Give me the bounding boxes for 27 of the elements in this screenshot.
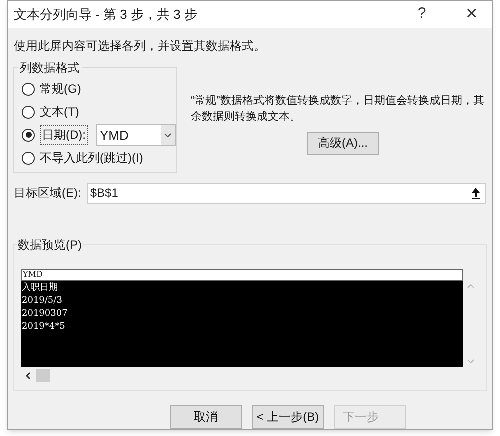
scrollbar-thumb[interactable] — [36, 369, 50, 382]
description-text: “常规”数据格式将数值转换成数字，日期值会转换成日期，其余数据则转换成文本。 — [191, 94, 486, 125]
radio-label: 日期(D): — [40, 125, 88, 146]
dialog-button[interactable]: 取消 — [170, 405, 242, 429]
scroll-left-icon[interactable] — [25, 372, 33, 380]
dialog-button[interactable]: < 上一步(B) — [252, 405, 324, 429]
preview-row: 2019/5/3 — [22, 294, 62, 308]
radio-button[interactable] — [22, 82, 35, 96]
radio-button[interactable] — [22, 152, 35, 165]
destination-field[interactable]: $B$1 — [87, 182, 486, 204]
radio-button[interactable] — [22, 128, 35, 142]
radio-label: 文本(T) — [40, 104, 80, 122]
instruction-text: 使用此屏内容可选择各列，并设置其数据格式。 — [14, 38, 266, 53]
radio-button[interactable] — [22, 106, 35, 119]
preview-row: 入职日期 — [22, 282, 58, 295]
close-button[interactable]: × — [458, 4, 486, 24]
chevron-down-icon — [161, 125, 175, 146]
date-format-dropdown[interactable]: YMD — [96, 124, 176, 146]
window-title: 文本分列向导 - 第 3 步，共 3 步 — [14, 6, 198, 24]
advanced-button[interactable]: 高级(A)... — [307, 132, 379, 155]
preview-row: 20190307 — [22, 308, 68, 321]
destination-label: 目标区域(E): — [14, 185, 82, 202]
preview-row: 2019*4*5 — [22, 320, 66, 334]
radio-label: 常规(G) — [40, 81, 82, 98]
help-button[interactable]: ? — [408, 3, 436, 26]
preview-header: YMD — [21, 268, 464, 281]
radio-label: 不导入此列(跳过)(I) — [40, 150, 144, 168]
